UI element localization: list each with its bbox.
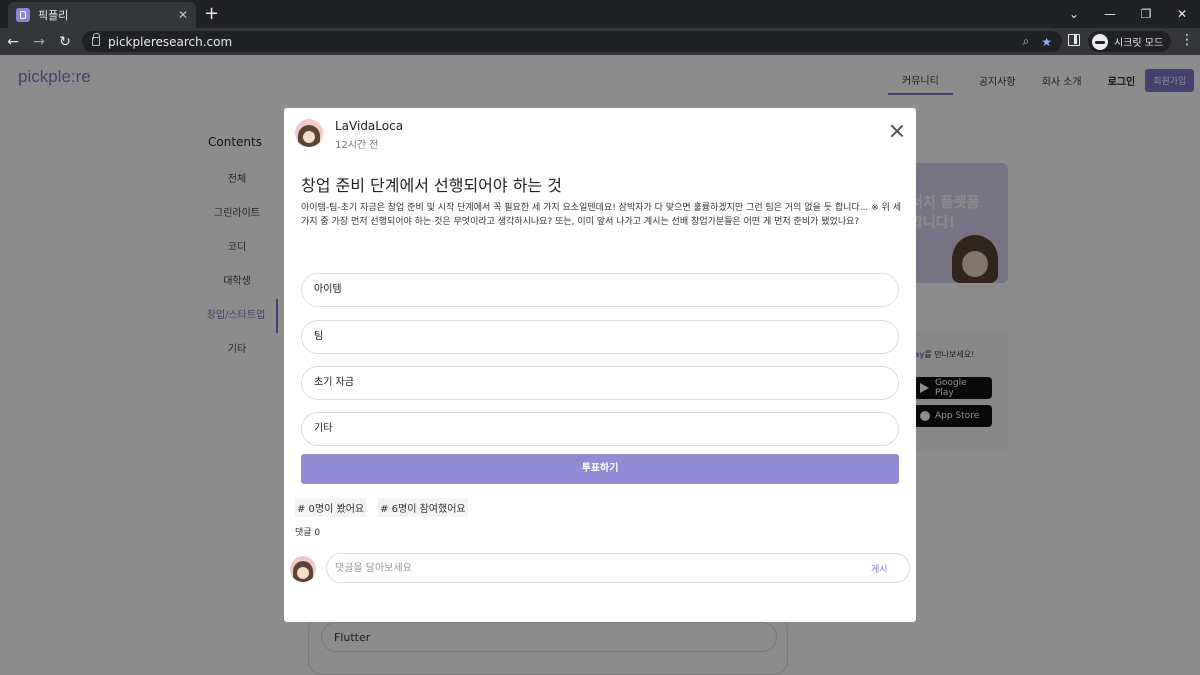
post-title: 창업 준비 단계에서 선행되어야 하는 것 <box>301 176 562 195</box>
bookmark-star-icon[interactable]: ★ <box>1041 35 1052 49</box>
browser-menu-icon[interactable]: ⋮ <box>1180 32 1194 48</box>
incognito-badge[interactable]: 시크릿 모드 <box>1088 31 1172 52</box>
comment-input[interactable] <box>335 558 835 578</box>
commenter-avatar <box>290 556 316 582</box>
vote-option-team[interactable]: 팀 <box>301 320 899 354</box>
vote-option-etc[interactable]: 기타 <box>301 412 899 446</box>
back-icon[interactable]: ← <box>0 34 26 50</box>
minimize-icon[interactable]: — <box>1092 7 1128 21</box>
forward-icon[interactable]: → <box>26 34 52 50</box>
post-time: 12시간 전 <box>335 140 379 151</box>
comment-box: 게시 <box>326 553 910 583</box>
vote-button[interactable]: 투표하기 <box>301 454 899 484</box>
participants-tag: # 6명이 참여했어요 <box>378 498 468 517</box>
zoom-icon[interactable]: ⌕ <box>1023 34 1030 49</box>
browser-tab[interactable]: 픽플리 ✕ <box>8 2 196 28</box>
incognito-icon <box>1092 33 1108 50</box>
site-favicon-icon <box>16 8 30 22</box>
vote-option-funding[interactable]: 초기 자금 <box>301 366 899 400</box>
address-bar[interactable]: pickpleresearch.com ⌕ ★ <box>82 31 1062 52</box>
post-modal: LaVidaLoca 12시간 전 창업 준비 단계에서 선행되어야 하는 것 … <box>284 108 916 622</box>
avatar-face <box>303 131 315 143</box>
incognito-label: 시크릿 모드 <box>1114 38 1164 49</box>
window-close-icon[interactable]: ✕ <box>1164 7 1200 21</box>
new-tab-icon[interactable]: + <box>204 4 219 24</box>
comment-count: 댓글 0 <box>295 528 321 538</box>
window-controls: ⌄ — ❐ ✕ <box>1056 0 1200 28</box>
url-text[interactable]: pickpleresearch.com <box>108 35 1011 49</box>
close-icon[interactable] <box>890 124 904 138</box>
post-tags: # 0명이 봤어요 # 6명이 참여했어요 <box>295 498 480 517</box>
tab-close-icon[interactable]: ✕ <box>178 8 188 22</box>
restore-icon[interactable]: ❐ <box>1128 7 1164 21</box>
tab-search-icon[interactable]: ⌄ <box>1056 7 1092 21</box>
browser-tabstrip: 픽플리 ✕ + ⌄ — ❐ ✕ <box>0 0 1200 28</box>
avatar-face <box>297 567 309 579</box>
browser-toolbar: ← → ↻ pickpleresearch.com ⌕ ★ 시크릿 모드 ⋮ <box>0 28 1200 55</box>
side-panel-icon[interactable] <box>1068 34 1080 46</box>
views-tag: # 0명이 봤어요 <box>295 498 367 517</box>
post-comment-button[interactable]: 게시 <box>871 562 888 575</box>
tab-title: 픽플리 <box>38 9 69 22</box>
author-name[interactable]: LaVidaLoca <box>335 119 403 133</box>
lock-icon[interactable] <box>92 33 100 46</box>
post-body: 아이템-팀-초기 자금은 창업 준비 및 시작 단계에서 꼭 필요한 세 가지 … <box>301 203 901 227</box>
vote-option-item[interactable]: 아이템 <box>301 273 899 307</box>
author-avatar[interactable] <box>295 119 323 147</box>
reload-icon[interactable]: ↻ <box>52 34 78 50</box>
